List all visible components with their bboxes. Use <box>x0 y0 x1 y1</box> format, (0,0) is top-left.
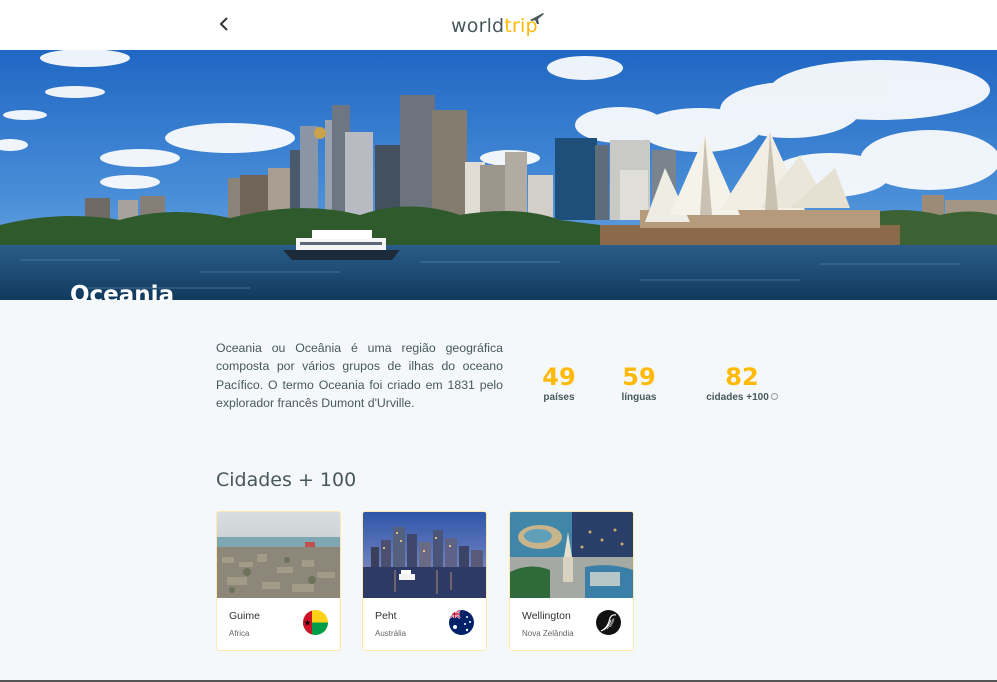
cities-section-title: Cidades + 100 <box>216 469 357 491</box>
city-image <box>510 512 633 598</box>
logo-text: worldtrip <box>451 15 538 37</box>
australia-flag-icon <box>449 610 474 635</box>
continent-description: Oceania ou Oceânia é uma região geográfi… <box>216 341 503 410</box>
stat-countries: 49 países <box>538 362 580 403</box>
city-image <box>217 512 340 598</box>
stat-cities-label-row: cidades +100 <box>700 392 784 403</box>
city-image <box>363 512 486 598</box>
guinea-bissau-flag-icon <box>303 610 328 635</box>
stat-cities: 82 cidades +100 <box>700 362 784 403</box>
city-card[interactable]: Peht Austrália <box>362 511 487 651</box>
continent-title: Oceania <box>70 282 175 300</box>
city-country: Africa <box>229 629 250 638</box>
top-header: worldtrip <box>0 0 997 50</box>
stat-cities-value: 82 <box>725 363 759 391</box>
hero-banner: Oceania <box>0 50 997 300</box>
worldtrip-logo[interactable]: worldtrip <box>451 8 551 42</box>
stat-languages: 59 línguas <box>614 362 664 403</box>
city-card[interactable]: Wellington Nova Zelândia <box>509 511 634 651</box>
info-icon[interactable] <box>770 392 778 400</box>
stat-languages-value: 59 <box>622 363 656 391</box>
city-country: Nova Zelândia <box>522 629 574 638</box>
chevron-left-icon <box>219 17 228 31</box>
city-name: Guime <box>229 610 260 622</box>
city-name: Peht <box>375 610 397 622</box>
stat-languages-label: línguas <box>621 392 657 403</box>
hero-image <box>0 50 997 300</box>
stat-countries-value: 49 <box>542 363 576 391</box>
new-zealand-flag-icon <box>596 610 621 635</box>
city-country: Austrália <box>375 629 407 638</box>
airplane-icon <box>530 13 544 24</box>
stat-countries-label: países <box>543 392 575 403</box>
city-card[interactable]: Guime Africa <box>216 511 341 651</box>
city-name: Wellington <box>522 610 571 622</box>
back-button[interactable] <box>214 12 234 36</box>
stat-cities-label: cidades +100 <box>706 392 769 403</box>
